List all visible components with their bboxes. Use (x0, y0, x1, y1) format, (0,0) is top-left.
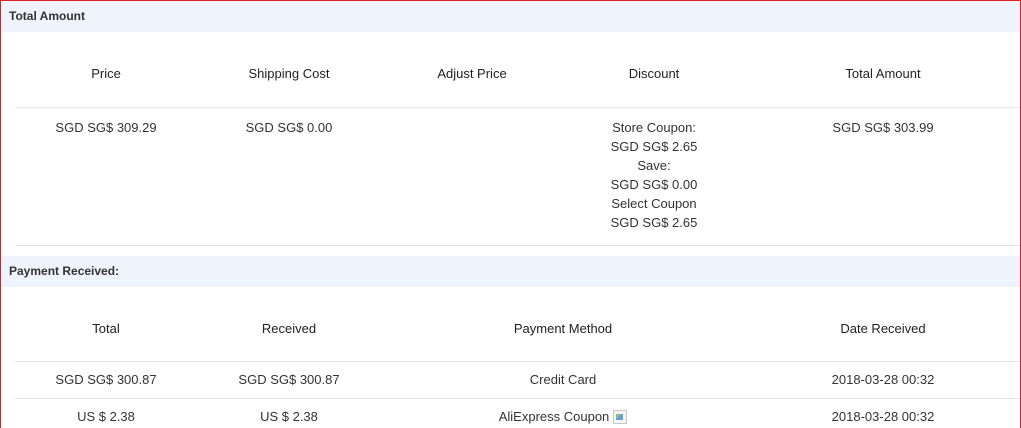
save-value: SGD SG$ 0.00 (610, 177, 698, 192)
payment-total: US $ 2.38 (77, 409, 135, 424)
divider (15, 245, 1020, 246)
store-coupon-value: SGD SG$ 2.65 (610, 139, 698, 154)
payment-received-header: Payment Received: (1, 256, 1020, 287)
col-adjust-price: Adjust Price (437, 66, 507, 81)
payment-method-cell: AliExpress Coupon (381, 399, 745, 428)
col-shipping-cost: Shipping Cost (248, 66, 330, 81)
payment-received: SGD SG$ 300.87 (238, 372, 340, 387)
order-amount-panel: Total Amount Price Shipping Cost Adjust … (0, 0, 1021, 428)
shipping-value: SGD SG$ 0.00 (245, 120, 333, 135)
table-row: US $ 2.38 US $ 2.38 AliExpress Coupon 20… (15, 399, 1020, 428)
total-amount-value: SGD SG$ 303.99 (832, 120, 934, 135)
save-label: Save: (637, 158, 671, 173)
store-coupon-label: Store Coupon: (612, 120, 696, 135)
payment-total: SGD SG$ 300.87 (55, 372, 157, 387)
payment-received: US $ 2.38 (260, 409, 318, 424)
col-price: Price (91, 66, 121, 81)
col-discount: Discount (628, 66, 680, 81)
col-date-received: Date Received (840, 321, 926, 336)
payment-date: 2018-03-28 00:32 (831, 409, 935, 424)
payment-method: Credit Card (529, 372, 597, 387)
discount-cell: Store Coupon: SGD SG$ 2.65 Save: SGD SG$… (563, 108, 745, 233)
adjust-price-value (381, 108, 563, 233)
total-amount-table: Price Shipping Cost Adjust Price Discoun… (15, 41, 1020, 233)
total-amount-header: Total Amount (1, 1, 1020, 32)
table-row: SGD SG$ 300.87 SGD SG$ 300.87 Credit Car… (15, 362, 1020, 399)
payment-header-row: Total Received Payment Method Date Recei… (15, 297, 1020, 362)
broken-image-icon (613, 410, 628, 424)
select-coupon-value: SGD SG$ 2.65 (610, 215, 698, 230)
col-received: Received (261, 321, 317, 336)
col-total-amount: Total Amount (845, 66, 921, 81)
payment-method: AliExpress Coupon (498, 409, 610, 424)
col-total: Total (92, 321, 120, 336)
price-value: SGD SG$ 309.29 (55, 120, 157, 135)
payment-received-table: Total Received Payment Method Date Recei… (15, 297, 1020, 428)
select-coupon-label: Select Coupon (611, 196, 697, 211)
col-payment-method: Payment Method (513, 321, 613, 336)
table-row: SGD SG$ 309.29 SGD SG$ 0.00 Store Coupon… (15, 108, 1020, 233)
total-amount-header-row: Price Shipping Cost Adjust Price Discoun… (15, 41, 1020, 108)
payment-date: 2018-03-28 00:32 (831, 372, 935, 387)
